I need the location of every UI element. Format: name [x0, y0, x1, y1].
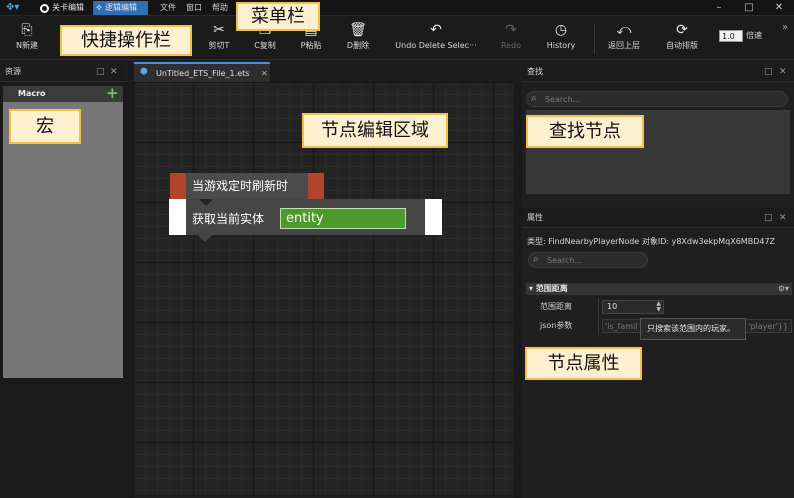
annotation-macro: 宏 — [9, 109, 81, 144]
float-panel-icon[interactable]: □ — [764, 66, 773, 78]
back-arrow-icon: ⤺ — [616, 22, 632, 38]
menu-help[interactable]: 帮助 — [212, 2, 228, 14]
json-param-label: json参数 — [540, 321, 573, 330]
delete-button[interactable]: 🗑 D删除 — [340, 20, 376, 52]
annotation-node-area: 节点编辑区域 — [302, 113, 448, 148]
menu-bar: ✥▾ 关卡编辑 ⟡ 逻辑编辑 文件 窗口 帮助 – □ ✕ — [0, 0, 794, 16]
close-panel-icon[interactable]: ✕ — [779, 66, 787, 78]
undo-icon: ↶ — [430, 22, 442, 38]
logic-edit-mode-label: 逻辑编辑 — [104, 3, 137, 12]
event-node-label: 当游戏定时刷新时 — [192, 179, 289, 193]
level-edit-mode-label: 关卡编辑 — [52, 3, 84, 12]
find-panel-header: 查找 □ ✕ — [522, 62, 794, 82]
row-divider — [598, 317, 599, 335]
float-panel-icon[interactable]: □ — [764, 212, 773, 224]
close-panel-icon[interactable]: ✕ — [110, 66, 118, 78]
new-file-icon: ⎘ — [21, 22, 33, 38]
properties-panel-header: 属性 □ ✕ — [522, 208, 794, 228]
find-search-placeholder: Search... — [545, 95, 581, 104]
action-node-connector — [198, 235, 212, 242]
maximize-icon[interactable]: □ — [742, 1, 756, 15]
add-macro-icon[interactable]: + — [106, 85, 119, 101]
minimize-icon[interactable]: – — [712, 1, 726, 15]
close-panel-icon[interactable]: ✕ — [779, 212, 787, 224]
logic-icon: ⟡ — [96, 3, 102, 13]
redo-button[interactable]: ↷ Redo — [494, 20, 528, 52]
entity-output-field[interactable]: entity — [280, 208, 406, 229]
canvas-gutter-right — [514, 82, 522, 498]
search-icon: ⌕ — [533, 254, 539, 265]
action-node-left-cap — [169, 199, 186, 235]
annotation-node-props: 节点属性 — [525, 347, 642, 380]
properties-panel-title: 属性 — [527, 213, 543, 222]
undo-button[interactable]: ↶ Undo Delete Selec··· — [392, 20, 480, 52]
tab-label: UnTitled_ETS_File_1.ets — [156, 69, 250, 78]
resources-panel-header: 资源 □ ✕ — [0, 62, 126, 82]
scissors-icon: ✂ — [213, 22, 225, 38]
app-logo-icon[interactable]: ✥▾ — [6, 2, 34, 14]
gear-icon[interactable]: ⚙▾ — [778, 283, 789, 295]
action-node-notch — [199, 199, 213, 206]
action-node-right-cap — [425, 199, 442, 235]
radio-icon — [40, 3, 49, 13]
range-distance-stepper[interactable]: 10 ▲ ▼ — [602, 300, 664, 314]
macro-header: Macro + — [3, 85, 123, 102]
annotation-find-node: 查找节点 — [526, 115, 644, 148]
event-node-right-cap — [308, 173, 324, 199]
search-icon: ⌕ — [531, 93, 537, 104]
range-section-title: ▾ 范围距离 — [529, 284, 568, 293]
speed-stepper[interactable]: 1.0 — [719, 30, 743, 42]
toolbar-divider — [594, 24, 595, 54]
history-button[interactable]: ◷ History — [542, 20, 580, 52]
toolbar-overflow-icon[interactable]: » — [782, 22, 788, 33]
properties-search-input[interactable]: ⌕ Search... — [528, 252, 648, 268]
auto-layout-button[interactable]: ⟳ 自动排版 — [660, 20, 704, 52]
cut-button[interactable]: ✂ 剪切T — [202, 20, 236, 52]
speed-unit-label: 倍速 — [746, 31, 762, 40]
action-node[interactable]: 获取当前实体 entity — [169, 199, 442, 235]
range-tooltip: 只搜索该范围内的玩家。 — [640, 318, 746, 340]
close-tab-icon[interactable]: ✕ — [261, 68, 268, 80]
range-distance-label: 范围距离 — [540, 302, 572, 311]
pin-icon: ⬢ — [140, 67, 148, 77]
float-panel-icon[interactable]: □ — [96, 66, 105, 78]
resources-panel-title: 资源 — [5, 67, 21, 76]
find-panel-title: 查找 — [527, 67, 543, 76]
menu-window[interactable]: 窗口 — [186, 2, 202, 14]
node-type-id-line: 类型: FindNearbyPlayerNode 对象ID: y8Xdw3ekp… — [527, 237, 776, 246]
macro-title: Macro — [18, 89, 46, 98]
trash-icon: 🗑 — [349, 22, 367, 38]
action-node-label: 获取当前实体 — [192, 212, 265, 226]
canvas-gutter-left — [126, 82, 133, 498]
clock-icon: ◷ — [554, 22, 568, 38]
range-section-header[interactable]: ▾ 范围距离 ⚙▾ — [526, 283, 792, 295]
row-divider — [598, 298, 599, 316]
menu-file[interactable]: 文件 — [160, 2, 176, 14]
event-node[interactable]: 当游戏定时刷新时 — [170, 173, 324, 199]
find-search-input[interactable]: ⌕ Search... — [526, 91, 788, 107]
editor-tab-bar: ⬢ UnTitled_ETS_File_1.ets ✕ — [128, 62, 520, 82]
new-button[interactable]: ⎘ N新建 — [10, 20, 44, 52]
properties-search-placeholder: Search... — [547, 256, 583, 265]
redo-icon: ↷ — [505, 22, 517, 38]
annotation-menubar: 菜单栏 — [236, 2, 320, 31]
refresh-icon: ⟳ — [676, 22, 688, 38]
tab-untitled-file[interactable]: ⬢ UnTitled_ETS_File_1.ets ✕ — [134, 62, 270, 82]
logic-edit-mode-button[interactable]: ⟡ 逻辑编辑 — [93, 1, 148, 15]
level-edit-mode-button[interactable]: 关卡编辑 — [37, 1, 93, 15]
event-node-left-cap — [170, 173, 186, 199]
close-window-icon[interactable]: ✕ — [772, 1, 786, 15]
range-distance-row: 范围距离 10 ▲ ▼ — [526, 298, 792, 316]
annotation-toolbar: 快捷操作栏 — [60, 25, 192, 56]
back-to-parent-button[interactable]: ⤺ 返回上层 — [604, 20, 644, 52]
stepper-arrows-icon[interactable]: ▲ ▼ — [656, 301, 661, 313]
